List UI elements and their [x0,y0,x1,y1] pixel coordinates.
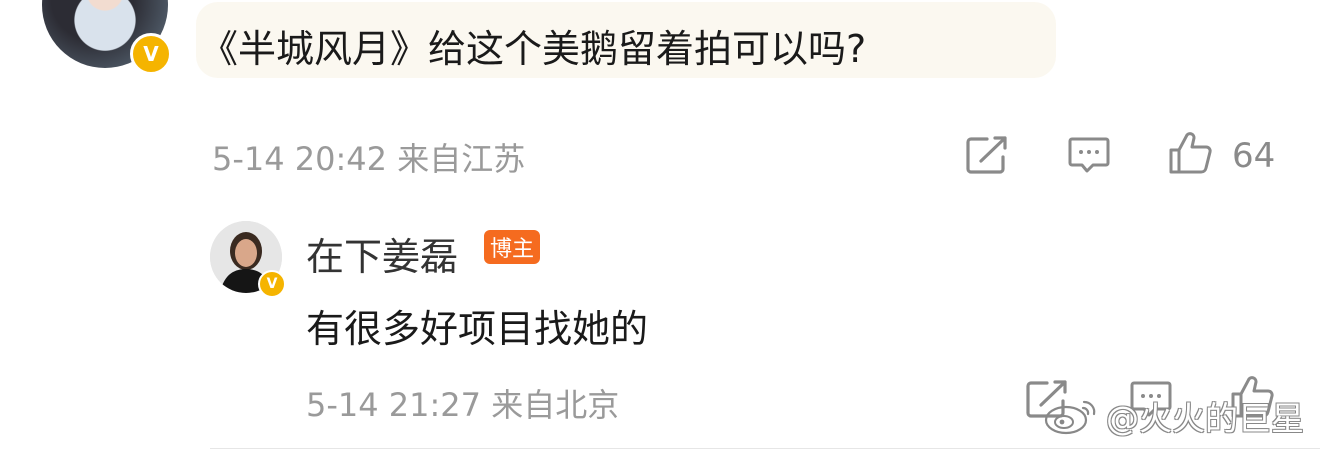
reply-username[interactable]: 在下姜磊 [306,226,458,281]
share-button[interactable] [964,134,1010,176]
share-icon [966,136,1007,174]
like-button[interactable] [1166,130,1214,176]
verified-badge-icon: V [258,270,286,298]
watermark: @火火的巨星 [1040,392,1304,440]
verified-badge-icon: V [130,33,172,75]
weibo-logo-icon [1044,400,1096,435]
reply-text: 有很多好项目找她的 [306,307,649,351]
watermark-text: @火火的巨星 [1106,399,1304,438]
comment-text: 《半城风月》给这个美鹅留着拍可以吗? [200,27,867,71]
like-count: 64 [1232,136,1276,176]
author-badge: 博主 [484,230,540,264]
thumbs-up-icon [1169,132,1212,174]
comment-icon [1068,137,1110,173]
reply-meta: 5-14 21:27 来自北京 [306,386,620,424]
reply-button[interactable] [1066,134,1112,176]
divider [210,448,1320,449]
comment-meta: 5-14 20:42 来自江苏 [212,140,526,178]
